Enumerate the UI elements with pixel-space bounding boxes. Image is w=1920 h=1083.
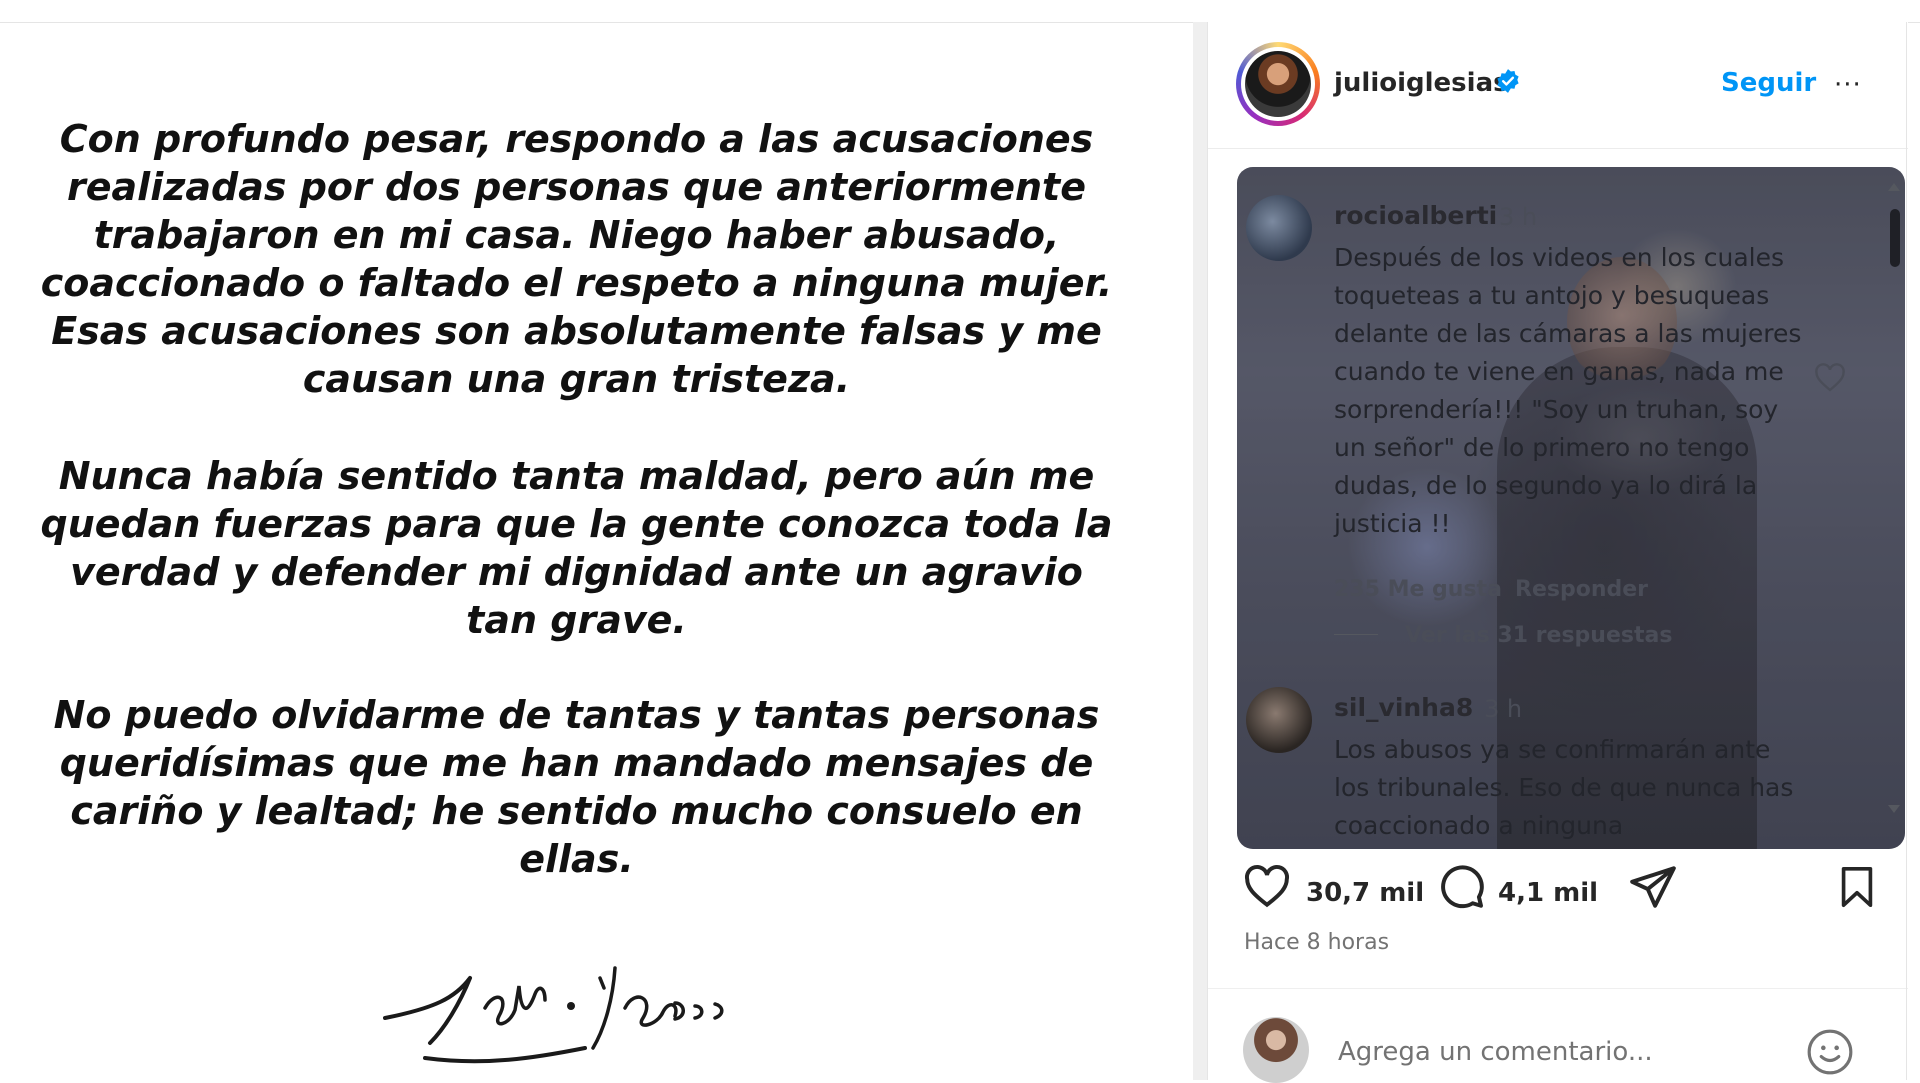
author-avatar[interactable] (1236, 42, 1320, 126)
comments-section[interactable]: rocioalberti 3 h Después de los videos e… (1237, 167, 1905, 849)
replies-line (1334, 634, 1378, 635)
top-border (0, 0, 1920, 23)
author-username[interactable]: julioiglesias (1334, 68, 1509, 98)
panel-divider (1193, 22, 1207, 1080)
panel-edge (1906, 22, 1907, 1080)
comments-scrollbar[interactable] (1883, 167, 1905, 849)
commenter-avatar[interactable] (1246, 687, 1312, 753)
follow-button[interactable]: Seguir (1721, 68, 1816, 98)
statement-paragraph-3: No puedo olvidarme de tantas y tantas pe… (53, 693, 1100, 881)
save-bookmark-icon[interactable] (1834, 862, 1880, 915)
avatar-photo (1245, 51, 1311, 117)
share-icon[interactable] (1628, 862, 1678, 915)
comment-like-heart-icon[interactable] (1812, 360, 1848, 396)
comment-text: Los abusos ya se confirmarán ante los tr… (1334, 735, 1794, 840)
statement-paragraph-1: Con profundo pesar, respondo a las acusa… (40, 117, 1113, 401)
current-user-avatar (1243, 1017, 1309, 1083)
post-header: julioiglesias Seguir ··· (1208, 22, 1908, 149)
post-actions: 30,7 mil 4,1 mil (1208, 862, 1908, 932)
statement-image: Con profundo pesar, respondo a las acusa… (0, 23, 1193, 1080)
view-replies-button[interactable]: Ver las 31 respuestas (1405, 623, 1672, 648)
scroll-thumb[interactable] (1890, 209, 1900, 267)
comment-likes[interactable]: 235 Me gusta (1334, 577, 1502, 602)
likes-count[interactable]: 30,7 mil (1306, 878, 1424, 908)
scroll-up-arrow-icon[interactable] (1888, 183, 1900, 191)
comment-username[interactable]: rocioalberti (1334, 201, 1497, 230)
post-timestamp: Hace 8 horas (1244, 930, 1390, 955)
comment-icon[interactable] (1436, 862, 1486, 915)
verified-badge-icon (1497, 69, 1519, 93)
commenter-avatar[interactable] (1246, 195, 1312, 261)
statement-paragraph-2: Nunca había sentido tanta maldad, pero a… (40, 454, 1113, 642)
comment-time: 3 h (1484, 695, 1523, 723)
signature-image (383, 966, 724, 1064)
emoji-icon[interactable] (1805, 1027, 1855, 1077)
comment-input[interactable] (1336, 1031, 1780, 1073)
reply-button[interactable]: Responder (1515, 577, 1648, 602)
post-panel: julioiglesias Seguir ··· rocioalberti 3 … (1207, 22, 1908, 1083)
comment-time: 3 h (1499, 203, 1538, 231)
comments-count[interactable]: 4,1 mil (1498, 878, 1598, 908)
comment-username[interactable]: sil_vinha8 (1334, 693, 1473, 722)
comment-text: Después de los videos en los cuales toqu… (1334, 243, 1802, 538)
scroll-down-arrow-icon[interactable] (1888, 805, 1900, 813)
like-heart-icon[interactable] (1240, 862, 1294, 915)
add-comment-bar (1208, 988, 1908, 1083)
more-options-icon[interactable]: ··· (1834, 72, 1862, 98)
